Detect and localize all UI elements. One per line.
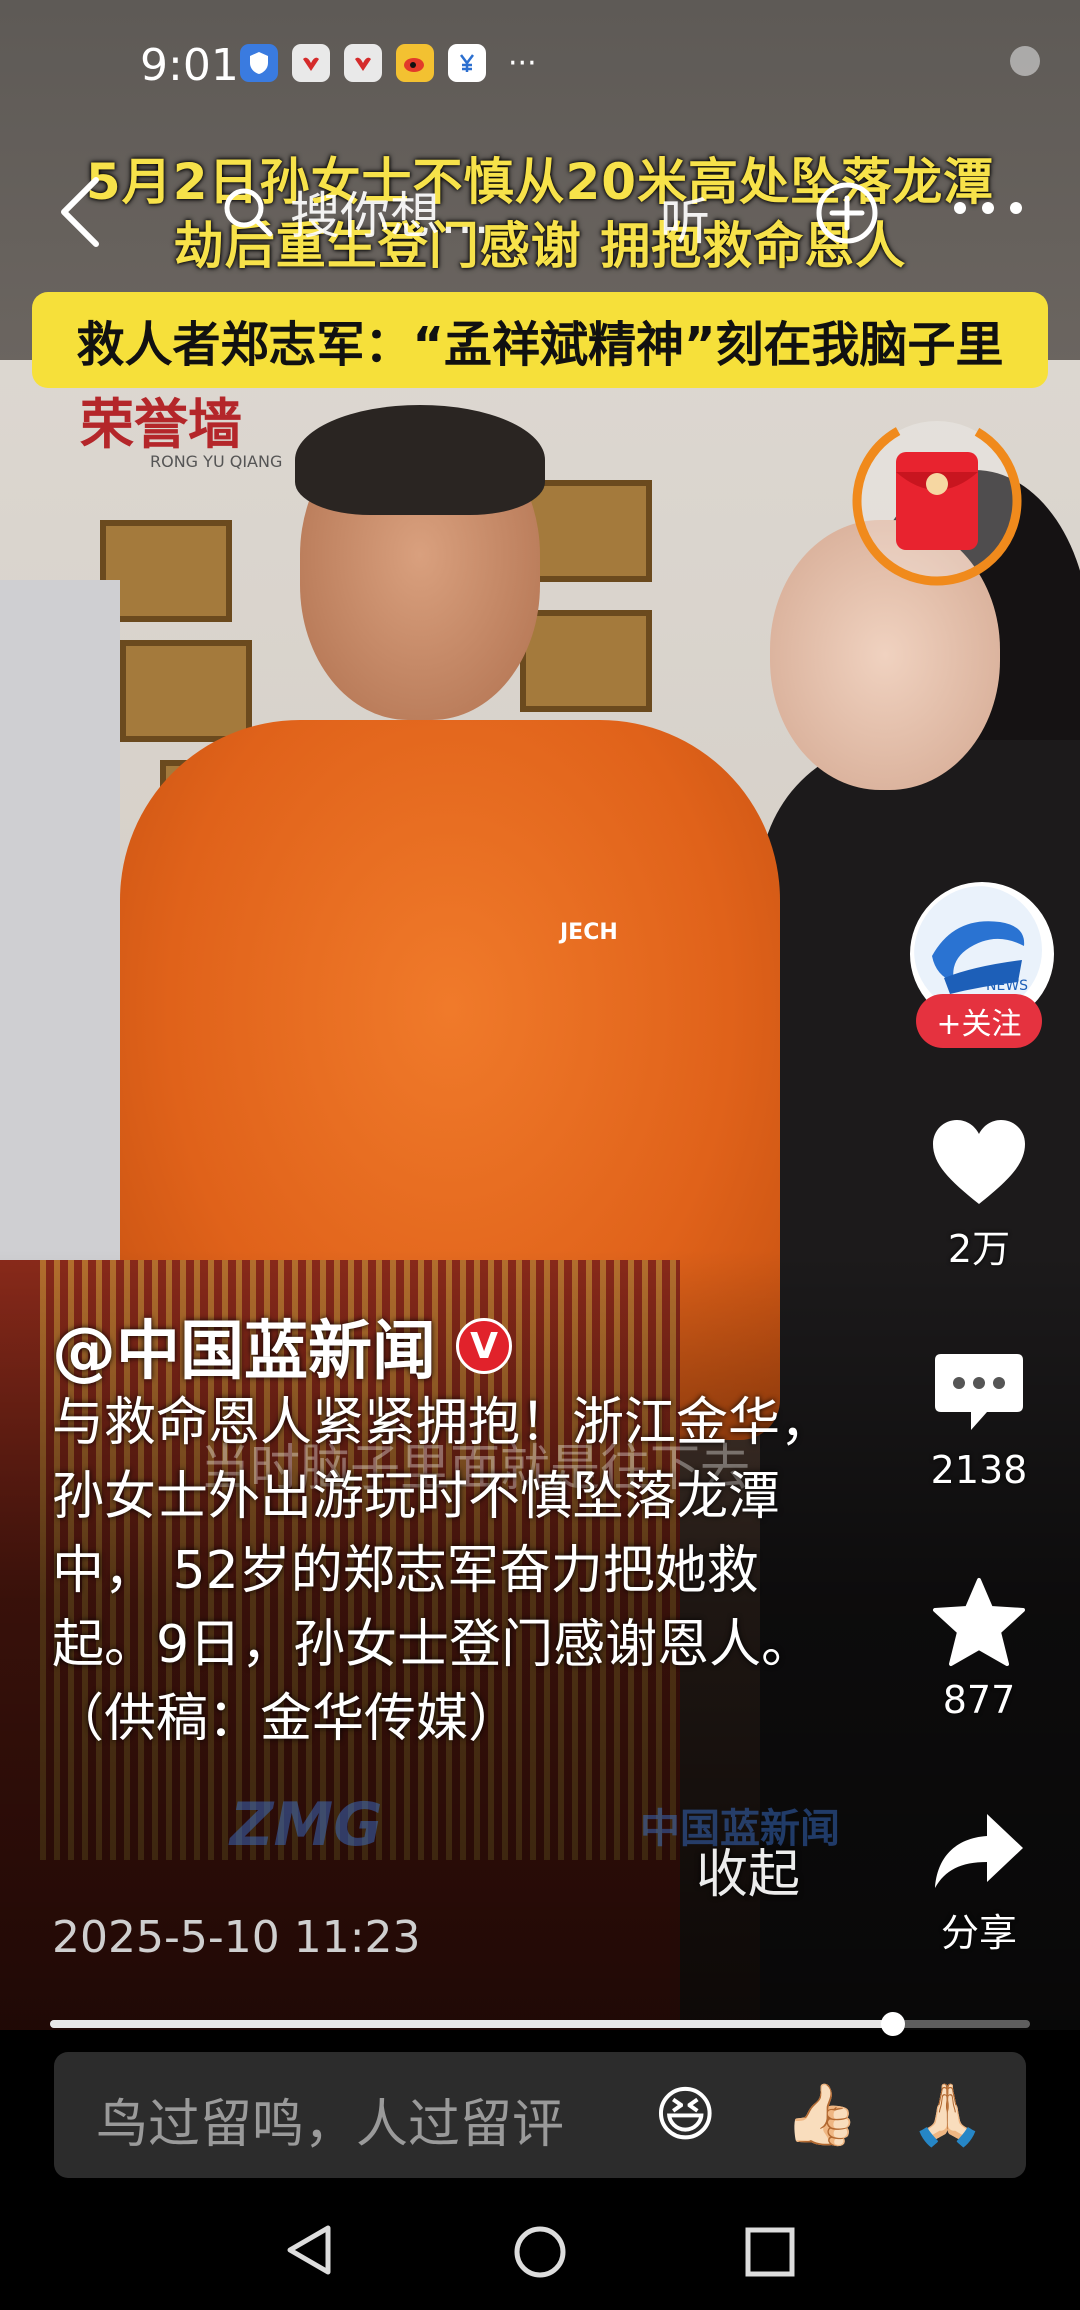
comment-input[interactable]: 鸟过留鸣，人过留评 😆 👍🏻 🙏🏻: [54, 2052, 1026, 2178]
zmg-watermark: ZMG: [230, 1790, 383, 1860]
video-caption: 与救命恩人紧紧拥抱！浙江金华，孙女士外出游玩时不慎坠落龙潭中， 52岁的郑志军奋…: [52, 1393, 833, 1749]
add-icon[interactable]: [812, 178, 882, 248]
video-progress-bar[interactable]: [50, 2012, 1030, 2036]
red-packet-icon[interactable]: [848, 412, 1026, 590]
more-notifications: ···: [508, 45, 537, 81]
top-nav: 搜你想… 听: [0, 160, 1080, 260]
pray-emoji-icon[interactable]: 🙏🏻: [910, 2080, 985, 2150]
weibo-icon: [396, 44, 434, 82]
like-button[interactable]: 2万: [906, 1116, 1052, 1273]
status-bar: 9:01 ···: [0, 0, 1080, 130]
back-arrow-icon[interactable]: [52, 172, 112, 252]
share-label: 分享: [940, 1911, 1017, 1955]
search-placeholder: 搜你想…: [290, 187, 490, 245]
progress-handle[interactable]: [880, 2012, 905, 2036]
laugh-emoji-icon[interactable]: 😆: [654, 2080, 717, 2150]
honor-wall-subtitle: RONG YU QIANG: [150, 452, 283, 471]
heart-icon: [933, 1120, 1025, 1204]
man-hair: [295, 405, 545, 515]
more-options-icon[interactable]: [948, 198, 1028, 218]
honor-wall-title: 荣誉墙: [80, 393, 242, 456]
collapse-button[interactable]: 收起: [696, 1832, 800, 1907]
share-arrow-icon: [935, 1814, 1023, 1888]
share-button[interactable]: 分享: [906, 1808, 1052, 1957]
plaque: [120, 640, 252, 742]
comment-placeholder: 鸟过留鸣，人过留评: [96, 2095, 565, 2155]
search-icon: [224, 188, 273, 237]
plaque: [520, 610, 652, 712]
post-timestamp: 2025-5-10 11:23: [52, 1912, 421, 1963]
nav-recents-icon[interactable]: [744, 2226, 796, 2278]
nav-back-icon[interactable]: [284, 2222, 334, 2278]
star-icon: [933, 1578, 1025, 1666]
search-box[interactable]: 搜你想…: [220, 176, 490, 248]
avatar-news-text: NEWS: [986, 978, 1028, 994]
comment-count: 2138: [930, 1448, 1028, 1492]
shield-app-icon: [240, 44, 278, 82]
like-count: 2万: [947, 1227, 1011, 1271]
listen-button[interactable]: 听: [660, 182, 710, 254]
verified-badge-icon: V: [456, 1318, 512, 1374]
notification-icons: ···: [240, 44, 537, 82]
favorite-count: 877: [942, 1678, 1016, 1722]
comment-bubble-icon: [935, 1354, 1023, 1430]
favorite-button[interactable]: 877: [906, 1576, 1052, 1722]
camera-cutout: [1010, 46, 1040, 76]
sub-headline: 救人者郑志军：“孟祥斌精神”刻在我脑子里: [32, 292, 1048, 388]
follow-button[interactable]: +关注: [916, 994, 1042, 1048]
system-navigation-bar: [0, 2200, 1080, 2310]
thumbs-up-emoji-icon[interactable]: 👍🏻: [784, 2080, 859, 2150]
progress-fill: [50, 2020, 893, 2028]
author-row[interactable]: @中国蓝新闻 V: [52, 1300, 512, 1392]
author-name[interactable]: @中国蓝新闻: [52, 1300, 436, 1392]
nav-home-icon[interactable]: [512, 2224, 568, 2280]
status-time: 9:01: [140, 40, 239, 91]
huawei-app-icon-2: [344, 44, 382, 82]
finance-app-icon: [448, 44, 486, 82]
shirt-logo: JECH: [560, 920, 618, 945]
comment-button[interactable]: 2138: [906, 1350, 1052, 1492]
huawei-app-icon: [292, 44, 330, 82]
